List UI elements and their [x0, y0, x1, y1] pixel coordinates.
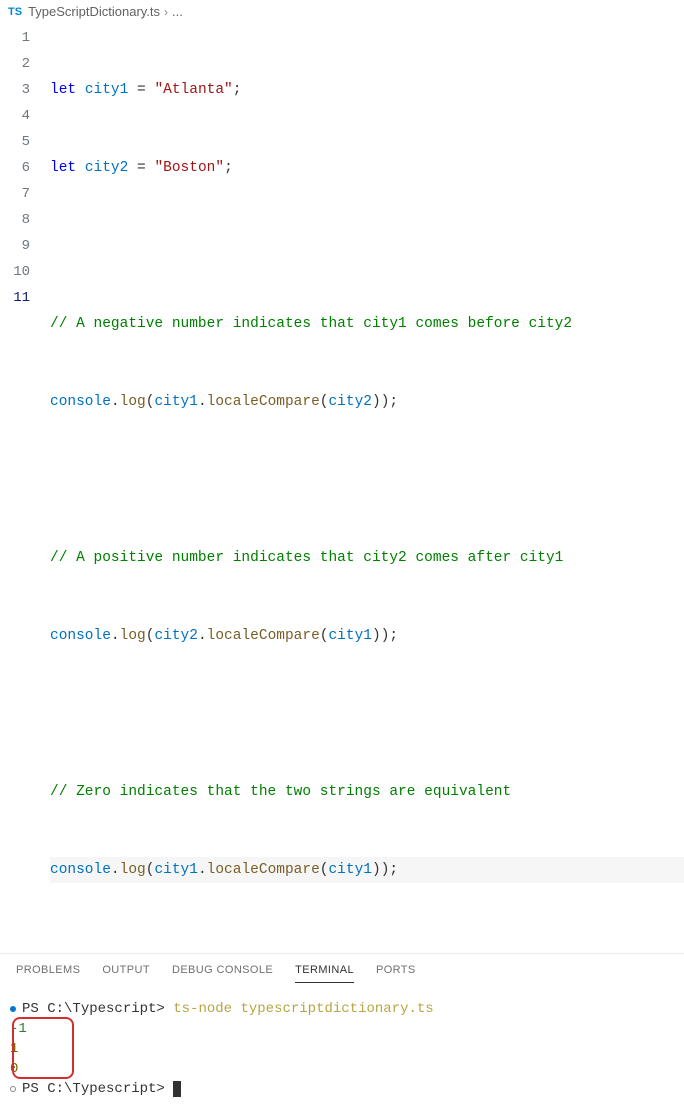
tab-output[interactable]: OUTPUT: [102, 964, 150, 983]
breadcrumb-rest: ...: [172, 4, 183, 19]
terminal-output: 1: [10, 1039, 670, 1059]
terminal-line: PS C:\Typescript> ts-node typescriptdict…: [10, 999, 670, 1019]
bullet-inactive-icon: [10, 1086, 16, 1092]
panel-tabs: PROBLEMS OUTPUT DEBUG CONSOLE TERMINAL P…: [0, 953, 684, 989]
tab-problems[interactable]: PROBLEMS: [16, 964, 80, 983]
terminal-cursor: [173, 1081, 181, 1097]
code-content[interactable]: let city1 = "Atlanta"; let city2 = "Bost…: [44, 25, 684, 935]
tab-terminal[interactable]: TERMINAL: [295, 964, 354, 983]
terminal[interactable]: PS C:\Typescript> ts-node typescriptdict…: [0, 989, 684, 1113]
tab-debug-console[interactable]: DEBUG CONSOLE: [172, 964, 273, 983]
bullet-active-icon: [10, 1006, 16, 1012]
tab-ports[interactable]: PORTS: [376, 964, 416, 983]
breadcrumb[interactable]: TS TypeScriptDictionary.ts › ...: [0, 0, 684, 23]
terminal-output: -1: [10, 1019, 670, 1039]
terminal-line: PS C:\Typescript>: [10, 1079, 670, 1099]
typescript-file-icon: TS: [8, 6, 22, 18]
chevron-right-icon: ›: [164, 5, 168, 19]
terminal-output: 0: [10, 1059, 670, 1079]
code-editor[interactable]: 1 2 3 4 5 6 7 8 9 10 11 let city1 = "Atl…: [0, 23, 684, 935]
breadcrumb-filename: TypeScriptDictionary.ts: [28, 4, 160, 19]
line-number-gutter: 1 2 3 4 5 6 7 8 9 10 11: [0, 25, 44, 935]
